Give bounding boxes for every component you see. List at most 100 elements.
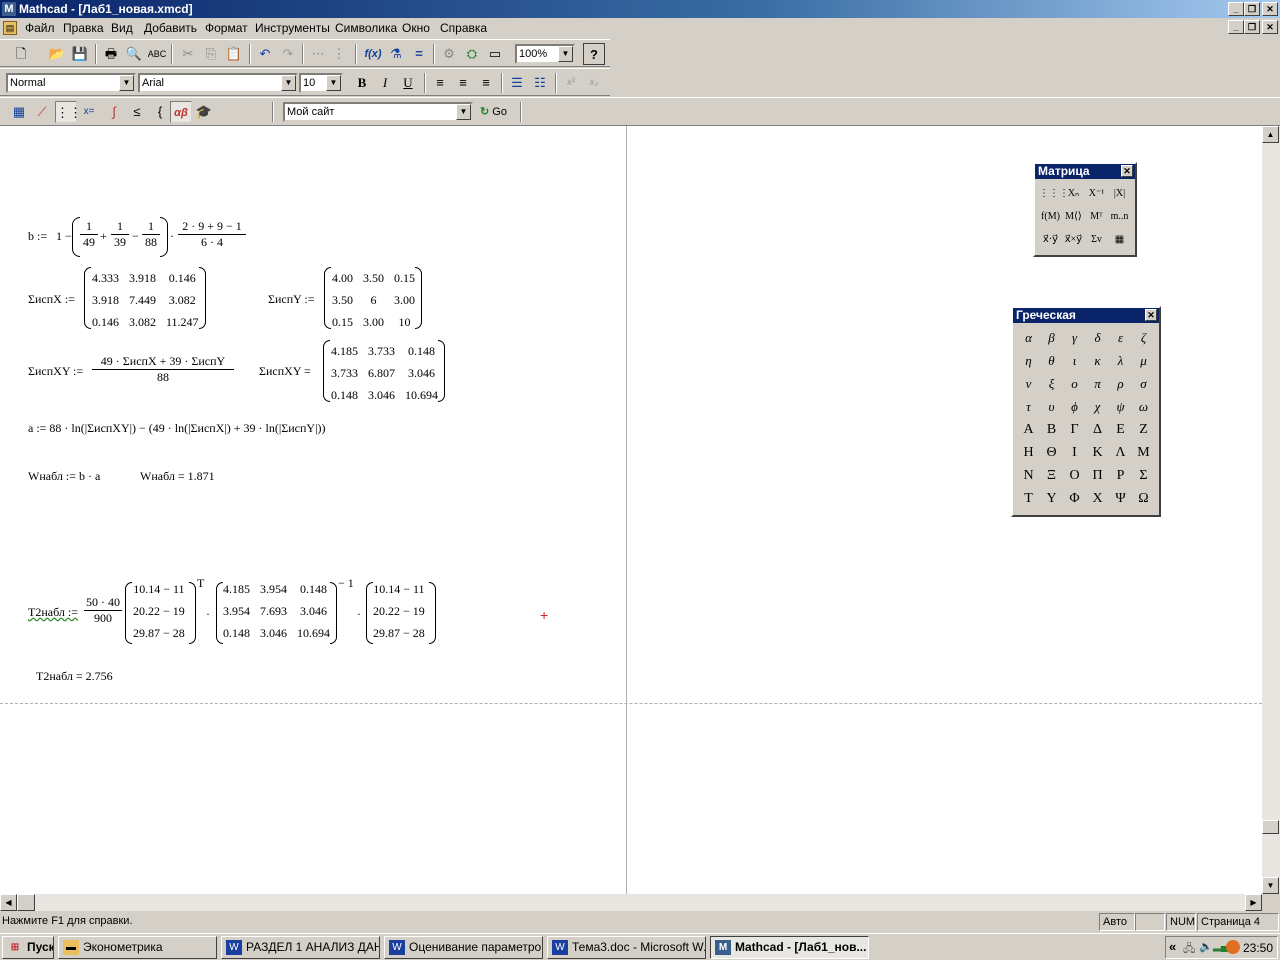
align-left-icon[interactable]: ≡	[429, 72, 451, 94]
greek-letter-31[interactable]: Θ	[1040, 441, 1063, 464]
menu-symbolics[interactable]: Символика	[335, 21, 397, 35]
calculus-icon[interactable]: ∫	[103, 101, 125, 123]
greek-letter-18[interactable]: τ	[1017, 395, 1040, 418]
greek-letter-17[interactable]: σ	[1132, 372, 1155, 395]
greek-letter-38[interactable]: Ο	[1063, 464, 1086, 487]
matrix-op-8[interactable]: x⃗·y⃗	[1039, 228, 1062, 251]
scroll-down-icon[interactable]: ▼	[1262, 877, 1279, 894]
resource-select[interactable]: Мой сайт ▼	[283, 102, 473, 122]
greek-letter-12[interactable]: ν	[1017, 372, 1040, 395]
zoom-select[interactable]: 100% ▼	[515, 44, 575, 64]
greek-letter-10[interactable]: λ	[1109, 349, 1132, 372]
calculate-icon[interactable]: =	[408, 43, 430, 65]
matrix-op-5[interactable]: M⟨⟩	[1062, 205, 1085, 228]
scroll-thumb[interactable]	[1262, 820, 1279, 834]
graph-icon[interactable]: ⟋	[31, 101, 53, 123]
matrix-op-0[interactable]: ⋮⋮⋮	[1039, 182, 1069, 205]
greek-letter-7[interactable]: θ	[1040, 349, 1063, 372]
tray-expand-icon[interactable]: «	[1169, 939, 1176, 954]
greek-letter-46[interactable]: Ψ	[1109, 487, 1132, 510]
greek-letter-29[interactable]: Ζ	[1132, 418, 1155, 441]
greek-letter-11[interactable]: μ	[1132, 349, 1155, 372]
redo-icon[interactable]: ↷	[277, 43, 299, 65]
greek-palette-close-icon[interactable]: ✕	[1145, 309, 1157, 321]
greek-letter-8[interactable]: ι	[1063, 349, 1086, 372]
copy-icon[interactable]: ⎘	[200, 43, 222, 65]
greek-letter-35[interactable]: Μ	[1132, 441, 1155, 464]
print-icon[interactable]: 🖶	[100, 43, 122, 65]
greek-letter-5[interactable]: ζ	[1132, 326, 1155, 349]
doc-close-button[interactable]: ✕	[1262, 20, 1278, 34]
greek-letter-47[interactable]: Ω	[1132, 487, 1155, 510]
greek-letter-6[interactable]: η	[1017, 349, 1040, 372]
greek-letter-34[interactable]: Λ	[1109, 441, 1132, 464]
scroll-left-icon[interactable]: ◀	[0, 894, 17, 911]
volume-icon[interactable]: 🔈	[1199, 940, 1213, 953]
align-across-icon[interactable]: ⋯	[307, 43, 329, 65]
open-icon[interactable]: 📂	[46, 43, 68, 65]
menu-view[interactable]: Вид	[111, 21, 133, 35]
menu-window[interactable]: Окно	[402, 21, 430, 35]
greek-letter-30[interactable]: Η	[1017, 441, 1040, 464]
superscript-icon[interactable]: x²	[560, 72, 582, 94]
matrix-op-3[interactable]: |X|	[1108, 182, 1131, 205]
greek-letter-9[interactable]: κ	[1086, 349, 1109, 372]
boolean-icon[interactable]: ≤	[126, 101, 148, 123]
greek-letter-39[interactable]: Π	[1086, 464, 1109, 487]
greek-letter-42[interactable]: Τ	[1017, 487, 1040, 510]
insert-component-icon[interactable]: ⚙	[438, 43, 460, 65]
matrix-palette-close-icon[interactable]: ✕	[1121, 165, 1133, 177]
greek-letter-22[interactable]: ψ	[1109, 395, 1132, 418]
matrix-op-1[interactable]: Xₙ	[1062, 182, 1085, 205]
greek-letter-15[interactable]: π	[1086, 372, 1109, 395]
greek-letter-14[interactable]: ο	[1063, 372, 1086, 395]
horizontal-scrollbar[interactable]: ◀ ▶	[0, 894, 1262, 911]
save-icon[interactable]: 💾	[69, 43, 91, 65]
greek-letter-21[interactable]: χ	[1086, 395, 1109, 418]
document-icon[interactable]: ▤	[3, 21, 17, 35]
paste-icon[interactable]: 📋	[223, 43, 245, 65]
spellcheck-icon[interactable]: ABC	[146, 43, 168, 65]
menu-help[interactable]: Справка	[440, 21, 487, 35]
matrix-op-9[interactable]: x⃗×y⃗	[1062, 228, 1085, 251]
print-preview-icon[interactable]: 🔍	[123, 43, 145, 65]
greek-letter-20[interactable]: ϕ	[1063, 395, 1086, 418]
font-size-select[interactable]: 10 ▼	[299, 73, 343, 93]
antivirus-icon[interactable]	[1226, 940, 1240, 954]
font-select[interactable]: Arial ▼	[138, 73, 298, 93]
calculator-icon[interactable]: ▦	[8, 101, 30, 123]
greek-letter-27[interactable]: Δ	[1086, 418, 1109, 441]
close-button[interactable]: ✕	[1262, 2, 1278, 16]
help-icon[interactable]: ?	[583, 43, 605, 65]
greek-letter-36[interactable]: Ν	[1017, 464, 1040, 487]
matrix-toolbar-icon[interactable]: ⋮⋮	[55, 101, 82, 123]
align-right-icon[interactable]: ≡	[475, 72, 497, 94]
greek-letter-44[interactable]: Φ	[1063, 487, 1086, 510]
greek-letter-41[interactable]: Σ	[1132, 464, 1155, 487]
matrix-op-10[interactable]: Σv	[1085, 228, 1108, 251]
greek-letter-2[interactable]: γ	[1063, 326, 1086, 349]
greek-letter-0[interactable]: α	[1017, 326, 1040, 349]
greek-letter-3[interactable]: δ	[1086, 326, 1109, 349]
window-icon[interactable]: ▭	[484, 43, 506, 65]
numbering-icon[interactable]: ☷	[529, 72, 551, 94]
subscript-icon[interactable]: x₂	[583, 72, 605, 94]
greek-letter-13[interactable]: ξ	[1040, 372, 1063, 395]
doc-minimize-button[interactable]: _	[1228, 20, 1244, 34]
matrix-op-2[interactable]: X⁻¹	[1085, 182, 1108, 205]
align-center-icon[interactable]: ≡	[452, 72, 474, 94]
greek-letter-19[interactable]: υ	[1040, 395, 1063, 418]
cut-icon[interactable]: ✂	[177, 43, 199, 65]
greek-letter-28[interactable]: Ε	[1109, 418, 1132, 441]
menu-file[interactable]: Файл	[25, 21, 55, 35]
scroll-right-icon[interactable]: ▶	[1245, 894, 1262, 911]
matrix-op-7[interactable]: m..n	[1108, 205, 1131, 228]
matrix-op-6[interactable]: Mᵀ	[1085, 205, 1108, 228]
menu-tools[interactable]: Инструменты	[255, 21, 330, 35]
menu-format[interactable]: Формат	[205, 21, 248, 35]
greek-letter-4[interactable]: ε	[1109, 326, 1132, 349]
task-mathcad[interactable]: M Mathcad - [Лаб1_нов...	[710, 936, 869, 959]
minimize-button[interactable]: _	[1228, 2, 1244, 16]
doc-restore-button[interactable]: ❐	[1244, 20, 1260, 34]
greek-letter-45[interactable]: Χ	[1086, 487, 1109, 510]
